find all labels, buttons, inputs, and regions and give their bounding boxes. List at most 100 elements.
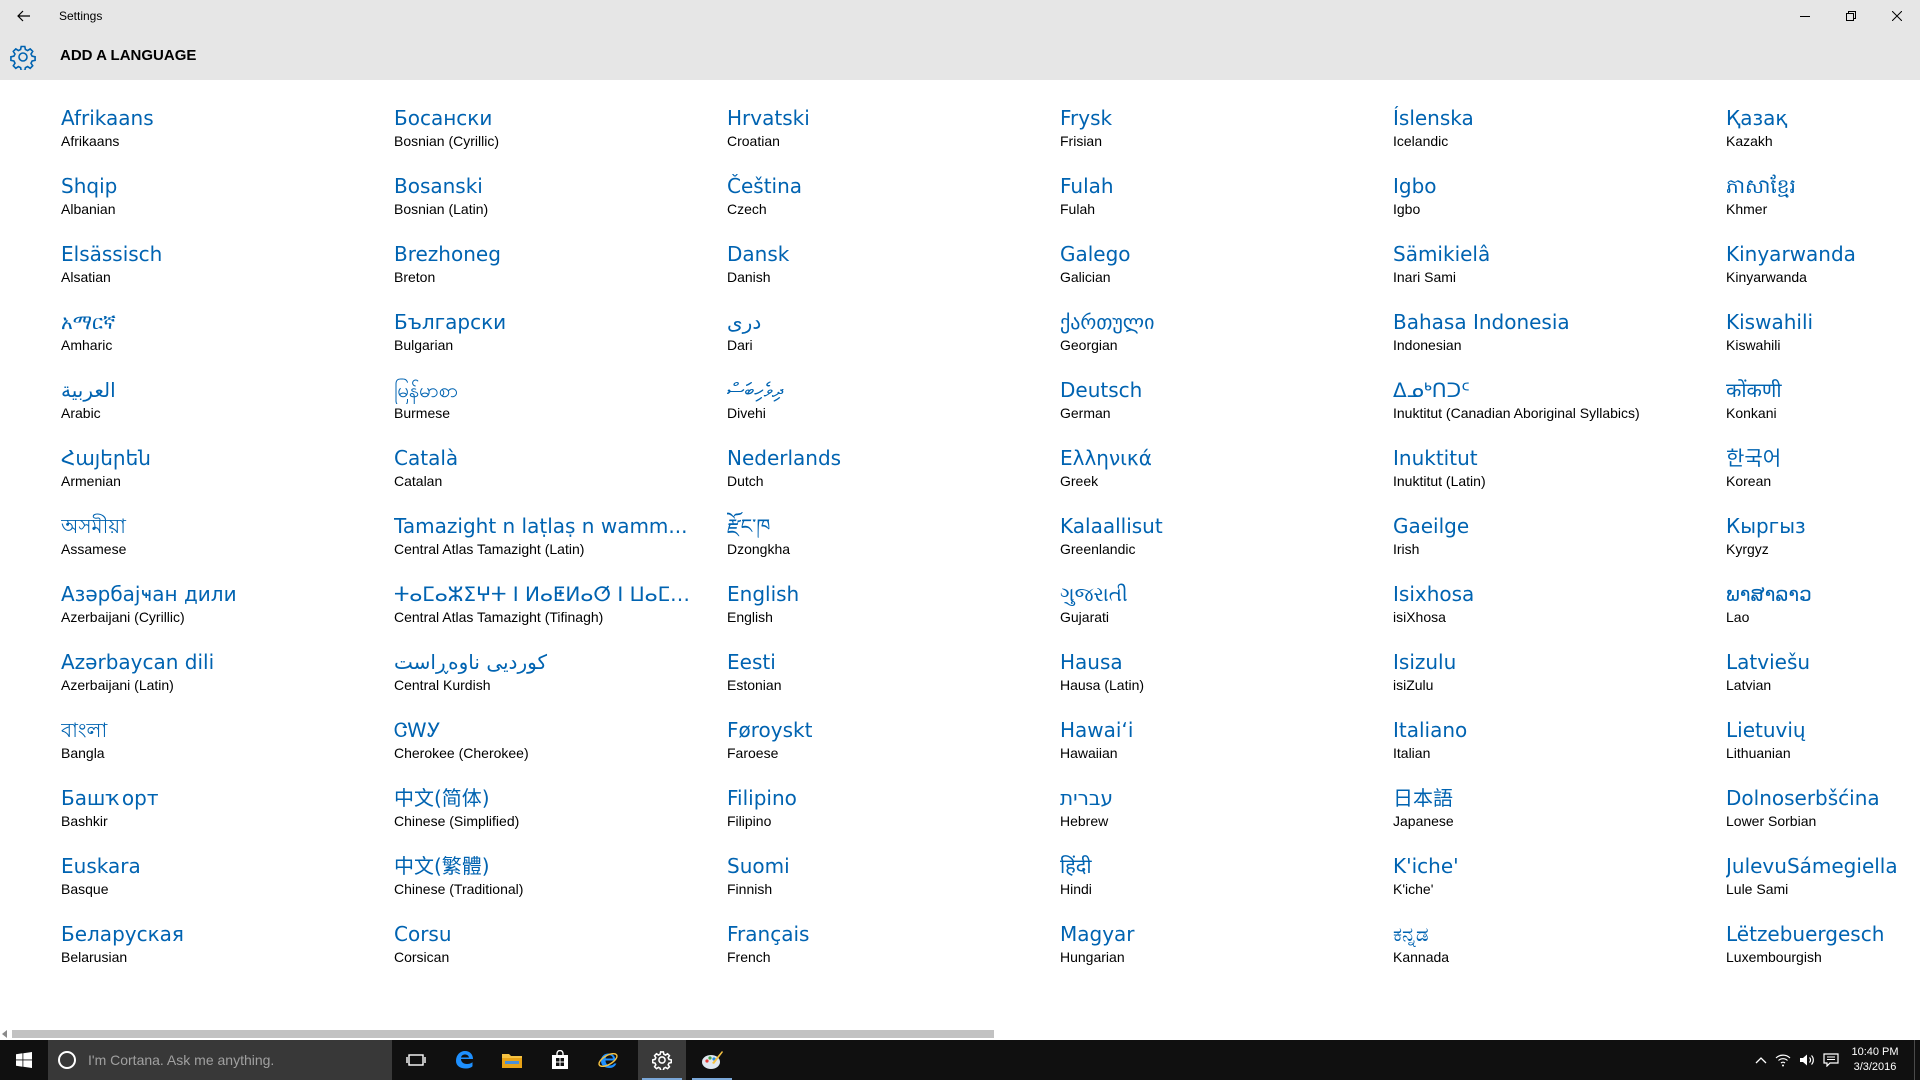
language-item[interactable]: ᏣᎳᎩ Cherokee (Cherokee) (394, 716, 727, 784)
language-item[interactable]: Azərbaycan dili Azerbaijani (Latin) (61, 648, 394, 716)
language-item[interactable]: Isixhosa isiXhosa (1393, 580, 1726, 648)
language-item[interactable]: Français French (727, 920, 1060, 988)
language-item[interactable]: Suomi Finnish (727, 852, 1060, 920)
language-item[interactable]: Igbo Igbo (1393, 172, 1726, 240)
language-item[interactable]: עברית Hebrew (1060, 784, 1393, 852)
language-item[interactable]: 한국어 Korean (1726, 444, 1920, 512)
show-desktop-button[interactable] (1914, 1040, 1920, 1080)
language-item[interactable]: Nederlands Dutch (727, 444, 1060, 512)
language-item[interactable]: অসমীয়া Assamese (61, 512, 394, 580)
language-item[interactable]: ಕನ್ನಡ Kannada (1393, 920, 1726, 988)
language-item[interactable]: Inuktitut Inuktitut (Latin) (1393, 444, 1726, 512)
language-item[interactable]: Kinyarwanda Kinyarwanda (1726, 240, 1920, 308)
language-item[interactable]: Hrvatski Croatian (727, 104, 1060, 172)
language-item[interactable]: Башҡорт Bashkir (61, 784, 394, 852)
scroll-left-arrow-icon[interactable] (2, 1030, 7, 1038)
language-item[interactable]: Filipino Filipino (727, 784, 1060, 852)
language-item[interactable]: Lëtzebuergesch Luxembourgish (1726, 920, 1920, 988)
taskbar-edge-button[interactable] (440, 1040, 488, 1080)
language-item[interactable]: Isizulu isiZulu (1393, 648, 1726, 716)
language-item[interactable]: العربية Arabic (61, 376, 394, 444)
language-item[interactable]: 中文(简体) Chinese (Simplified) (394, 784, 727, 852)
language-item[interactable]: Afrikaans Afrikaans (61, 104, 394, 172)
language-item[interactable]: Magyar Hungarian (1060, 920, 1393, 988)
language-item[interactable]: বাংলা Bangla (61, 716, 394, 784)
back-button[interactable] (0, 0, 48, 32)
language-item[interactable]: Dansk Danish (727, 240, 1060, 308)
language-item[interactable]: ພາສາລາວ Lao (1726, 580, 1920, 648)
language-item[interactable]: Ελληνικά Greek (1060, 444, 1393, 512)
taskbar-store-button[interactable] (536, 1040, 584, 1080)
language-item[interactable]: Galego Galician (1060, 240, 1393, 308)
taskbar-file-explorer-button[interactable] (488, 1040, 536, 1080)
language-item[interactable]: 中文(繁體) Chinese (Traditional) (394, 852, 727, 920)
language-item[interactable]: မြန်မာစာ Burmese (394, 376, 727, 444)
language-item[interactable]: K'iche' K'iche' (1393, 852, 1726, 920)
language-item[interactable]: Hausa Hausa (Latin) (1060, 648, 1393, 716)
show-hidden-icons-button[interactable] (1750, 1040, 1772, 1080)
scrollbar-thumb[interactable] (12, 1030, 994, 1038)
language-item[interactable]: Italiano Italian (1393, 716, 1726, 784)
language-item[interactable]: Sämikielâ Inari Sami (1393, 240, 1726, 308)
language-item[interactable]: Български Bulgarian (394, 308, 727, 376)
language-item[interactable]: Lietuvių Lithuanian (1726, 716, 1920, 784)
language-item[interactable]: ភាសាខ្មែរ Khmer (1726, 172, 1920, 240)
language-item[interactable]: 日本語 Japanese (1393, 784, 1726, 852)
language-item[interactable]: Tamazight n laṭlaṣ n wamm... Central Atla… (394, 512, 727, 580)
language-item[interactable]: Հայերեն Armenian (61, 444, 394, 512)
horizontal-scrollbar[interactable] (0, 1028, 1920, 1040)
language-item[interactable]: Босански Bosnian (Cyrillic) (394, 104, 727, 172)
language-item[interactable]: Corsu Corsican (394, 920, 727, 988)
task-view-button[interactable] (392, 1040, 440, 1080)
network-tray-button[interactable] (1772, 1040, 1794, 1080)
language-item[interactable]: ગુજરાતી Gujarati (1060, 580, 1393, 648)
language-item[interactable]: Fulah Fulah (1060, 172, 1393, 240)
language-item[interactable]: Frysk Frisian (1060, 104, 1393, 172)
language-item[interactable]: Азәрбајҹан дили Azerbaijani (Cyrillic) (61, 580, 394, 648)
language-item[interactable]: Dolnoserbšćina Lower Sorbian (1726, 784, 1920, 852)
language-item[interactable]: Elsässisch Alsatian (61, 240, 394, 308)
language-item[interactable]: Bahasa Indonesia Indonesian (1393, 308, 1726, 376)
language-item[interactable]: Bosanski Bosnian (Latin) (394, 172, 727, 240)
language-item[interactable]: Íslenska Icelandic (1393, 104, 1726, 172)
start-button[interactable] (0, 1040, 48, 1080)
language-item[interactable]: ދިވެހިބަސް Divehi (727, 376, 1060, 444)
language-item[interactable]: Kiswahili Kiswahili (1726, 308, 1920, 376)
language-item[interactable]: ქართული Georgian (1060, 308, 1393, 376)
language-item[interactable]: Euskara Basque (61, 852, 394, 920)
language-item[interactable]: Català Catalan (394, 444, 727, 512)
language-item[interactable]: Hawaiʻi Hawaiian (1060, 716, 1393, 784)
language-item[interactable]: Кыргыз Kyrgyz (1726, 512, 1920, 580)
language-item[interactable]: Čeština Czech (727, 172, 1060, 240)
language-item[interactable]: ⵜⴰⵎⴰⵣⵉⵖⵜ ⵏ ⵍⴰⵟⵍⴰⵚ ⵏ ⵡⴰⵎⵎⴰⵙ Central Atlas … (394, 580, 727, 648)
system-clock[interactable]: 10:40 PM 3/3/2016 (1846, 1040, 1904, 1080)
restore-button[interactable] (1828, 0, 1874, 32)
language-item[interactable]: हिंदी Hindi (1060, 852, 1393, 920)
action-center-button[interactable] (1820, 1040, 1842, 1080)
language-item[interactable]: Gaeilge Irish (1393, 512, 1726, 580)
language-item[interactable]: کوردیی ناوەڕاست Central Kurdish (394, 648, 727, 716)
language-item[interactable]: ᐃᓄᒃᑎᑐᑦ Inuktitut (Canadian Aboriginal Syl… (1393, 376, 1726, 444)
taskbar-internet-explorer-button[interactable] (584, 1040, 632, 1080)
language-item[interactable]: Shqip Albanian (61, 172, 394, 240)
cortana-search-box[interactable]: I'm Cortana. Ask me anything. (48, 1040, 392, 1080)
language-item[interactable]: རྫོང་ཁ Dzongkha (727, 512, 1060, 580)
language-item[interactable]: Brezhoneg Breton (394, 240, 727, 308)
language-item[interactable]: JulevuSámegiella Lule Sami (1726, 852, 1920, 920)
language-item[interactable]: English English (727, 580, 1060, 648)
taskbar-settings-button[interactable] (638, 1040, 686, 1080)
language-item[interactable]: Latviešu Latvian (1726, 648, 1920, 716)
language-item[interactable]: Kalaallisut Greenlandic (1060, 512, 1393, 580)
close-button[interactable] (1874, 0, 1920, 32)
language-item[interactable]: कोंकणी Konkani (1726, 376, 1920, 444)
volume-tray-button[interactable] (1796, 1040, 1818, 1080)
language-item[interactable]: አማርኛ Amharic (61, 308, 394, 376)
language-item[interactable]: Eesti Estonian (727, 648, 1060, 716)
language-item[interactable]: Føroyskt Faroese (727, 716, 1060, 784)
language-item[interactable]: دری Dari (727, 308, 1060, 376)
language-item[interactable]: Deutsch German (1060, 376, 1393, 444)
taskbar-paint-button[interactable] (688, 1040, 736, 1080)
minimize-button[interactable] (1782, 0, 1828, 32)
language-item[interactable]: Қазақ Kazakh (1726, 104, 1920, 172)
language-item[interactable]: Беларуская Belarusian (61, 920, 394, 988)
